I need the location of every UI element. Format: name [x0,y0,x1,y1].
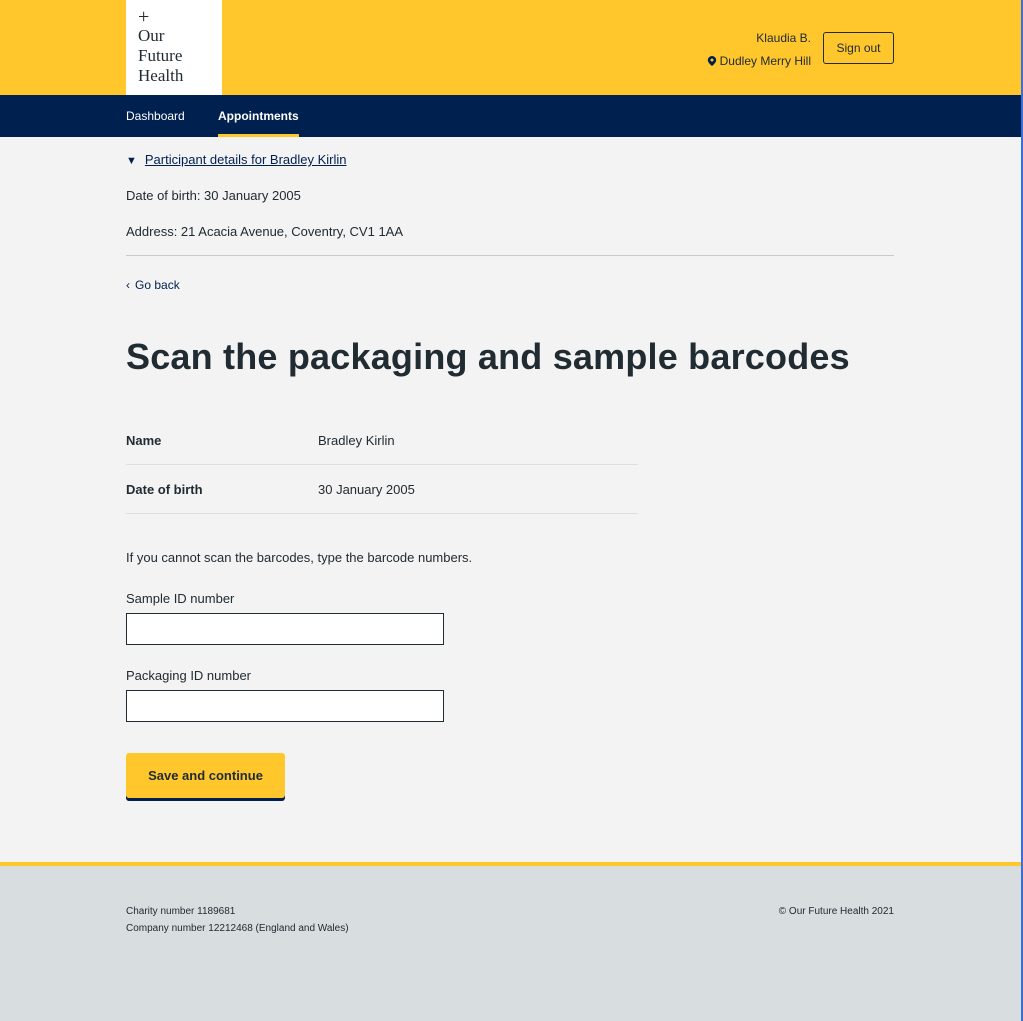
logo-line-2: Future [138,46,183,65]
chevron-left-icon: ‹ [126,278,130,292]
summary-row-dob: Date of birth 30 January 2005 [126,465,638,514]
save-and-continue-button[interactable]: Save and continue [126,753,285,798]
sample-id-input[interactable] [126,613,444,645]
user-location: Dudley Merry Hill [707,53,811,69]
participant-address: Address: 21 Acacia Avenue, Coventry, CV1… [126,224,404,239]
go-back-label: Go back [135,278,180,292]
nav-item-appointments[interactable]: Appointments [218,95,299,137]
sign-out-button[interactable]: Sign out [823,32,894,64]
summary-key: Name [126,433,162,448]
sample-id-label: Sample ID number [126,591,235,606]
logo-line-1: Our [138,26,165,45]
summary-value: Bradley Kirlin [318,433,395,448]
site-footer: Charity number 1189681 Company number 12… [0,862,1023,1021]
footer-legal: Charity number 1189681 Company number 12… [126,903,349,937]
logo-line-3: Health [138,66,184,85]
summary-value: 30 January 2005 [318,482,415,497]
location-pin-icon [707,56,716,66]
packaging-id-input[interactable] [126,690,444,722]
our-future-health-logo[interactable]: + Our Future Health [126,0,222,95]
summary-key: Date of birth [126,482,203,497]
location-label: Dudley Merry Hill [719,54,811,68]
charity-number: Charity number 1189681 [126,906,236,917]
company-number: Company number 12212468 (England and Wal… [126,923,349,934]
divider [126,255,894,256]
nav-item-dashboard[interactable]: Dashboard [126,95,185,137]
triangle-down-icon: ▼ [126,155,137,167]
user-info: Klaudia B. Dudley Merry Hill [707,30,811,69]
user-name: Klaudia B. [756,31,811,45]
primary-nav: Dashboard Appointments [0,95,1023,137]
participant-dob: Date of birth: 30 January 2005 [126,188,301,203]
packaging-id-label: Packaging ID number [126,668,252,683]
logo-plus-icon: + [138,6,150,28]
go-back-link[interactable]: ‹ Go back [126,278,180,292]
site-header: + Our Future Health Klaudia B. Dudley Me… [0,0,1023,95]
participant-details-link[interactable]: Participant details for Bradley Kirlin [145,152,347,167]
participant-details-toggle[interactable]: ▼ Participant details for Bradley Kirlin [126,152,346,167]
summary-row-name: Name Bradley Kirlin [126,416,638,465]
page-title: Scan the packaging and sample barcodes [126,336,850,377]
hint-text: If you cannot scan the barcodes, type th… [126,550,473,565]
copyright: © Our Future Health 2021 [778,906,894,917]
